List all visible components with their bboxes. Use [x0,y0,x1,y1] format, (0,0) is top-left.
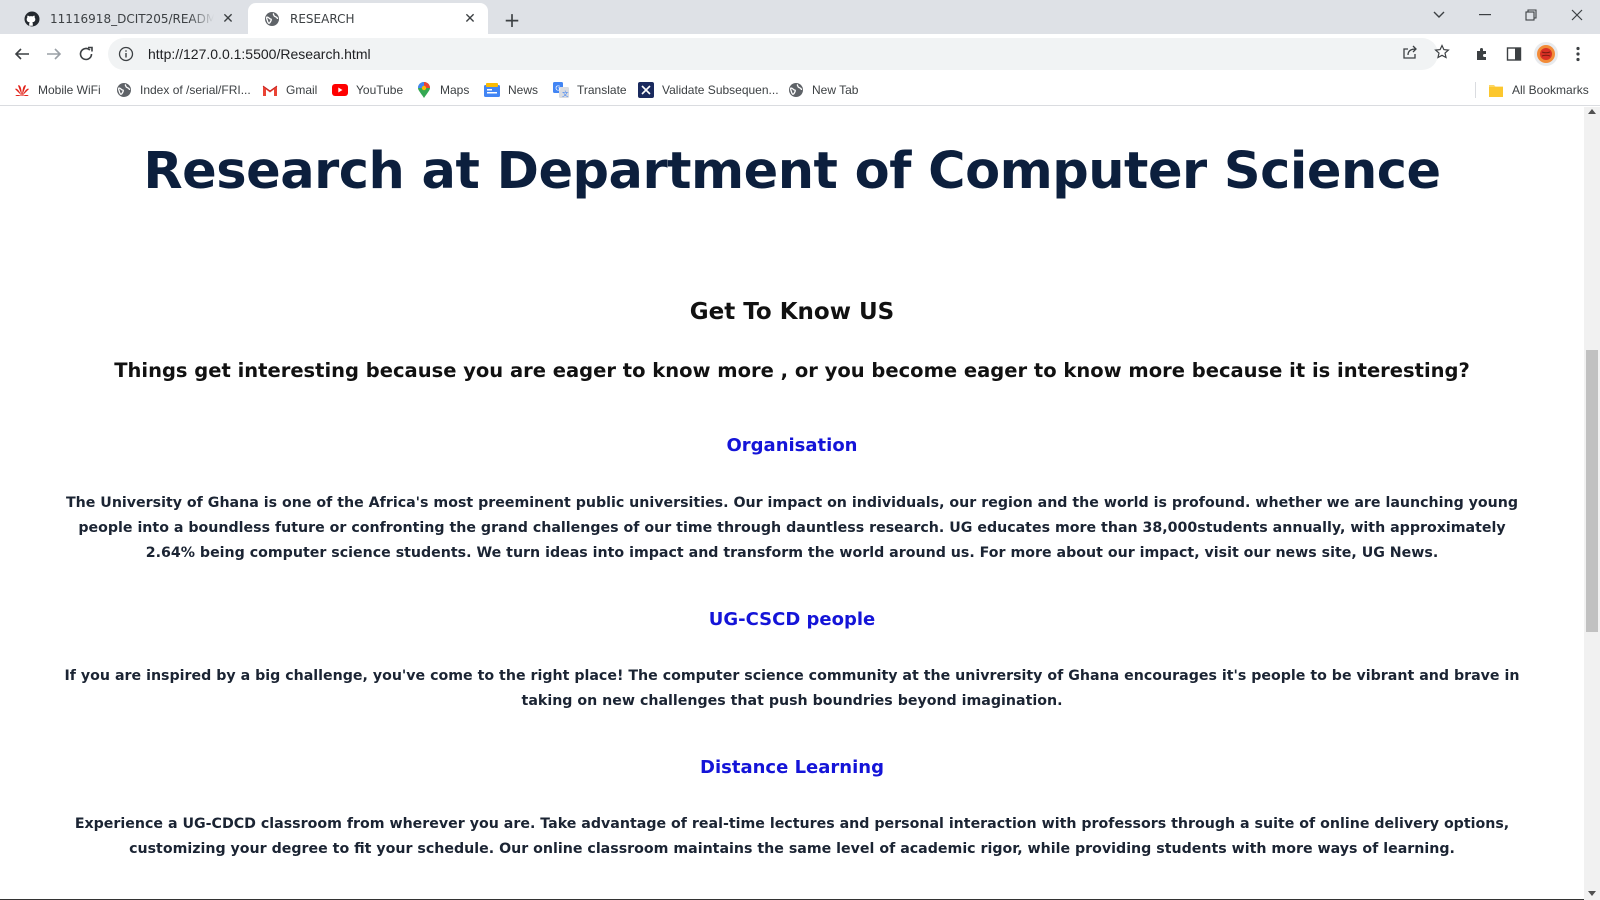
profile-avatar[interactable] [1534,42,1558,66]
tab-title: 11116918_DCIT205/README.md [50,11,214,26]
globe-icon [788,82,804,98]
bookmark-label: Translate [577,83,627,97]
all-bookmarks-folder[interactable]: All Bookmarks [1488,80,1589,100]
tab-title: RESEARCH [290,11,355,26]
close-window-icon[interactable] [1554,0,1600,30]
page-subtitle: Get To Know US [689,299,895,325]
back-arrow-icon[interactable] [6,38,38,70]
page-scrollbar[interactable] [1584,107,1600,900]
bookmark-label: News [508,83,539,97]
address-bar[interactable]: http://127.0.0.1:5500/Research.html [108,38,1438,70]
section-body-people: If you are inspired by a big challenge, … [64,668,1520,709]
url-text: http://127.0.0.1:5500/Research.html [148,46,371,62]
bookmark-mobile-wifi[interactable]: Mobile WiFi [14,80,101,100]
github-icon [24,11,40,27]
bookmark-label: Index of /serial/FRI... [140,83,251,97]
reload-icon[interactable] [70,38,102,70]
tab-research[interactable]: RESEARCH ✕ [248,3,488,34]
menu-kebab-icon[interactable] [1566,42,1590,66]
scroll-down-arrow-icon[interactable] [1588,891,1596,896]
section-heading-distance-learning: Distance Learning [700,757,884,778]
globe-icon [116,82,132,98]
bookmark-label: Gmail [286,83,318,97]
bookmark-star-icon[interactable] [1432,42,1452,62]
minimize-icon[interactable] [1462,0,1508,30]
bookmark-validate-subsequence[interactable]: Validate Subsequen... [638,80,779,100]
folder-icon [1488,82,1504,98]
bookmark-label: Mobile WiFi [38,83,101,97]
bookmarks-bar: Mobile WiFi Index of /serial/FRI... Gmai… [0,74,1600,106]
maps-icon [416,82,432,98]
bookmark-news[interactable]: News [484,80,538,100]
section-heading-organisation: Organisation [726,435,858,456]
section-body-organisation: The University of Ghana is one of the Af… [65,495,1519,561]
info-icon[interactable] [118,46,134,62]
close-icon[interactable]: ✕ [220,11,236,27]
close-icon[interactable]: ✕ [462,11,478,27]
tab-strip: 11116918_DCIT205/README.md ✕ RESEARCH ✕ … [0,0,1600,34]
bookmark-label: Validate Subsequen... [662,83,779,97]
bookmark-gmail[interactable]: Gmail [262,80,317,100]
page-title: Research at Department of Computer Scien… [143,142,1441,201]
news-icon [484,82,500,98]
bookmark-label: All Bookmarks [1512,83,1589,97]
bookmark-translate[interactable]: G文 Translate [553,80,627,100]
lead-question: Things get interesting because you are e… [114,359,1470,382]
bookmark-youtube[interactable]: YouTube [332,80,403,100]
bookmark-label: Maps [440,83,470,97]
globe-icon [264,11,280,27]
bookmark-new-tab[interactable]: New Tab [788,80,858,100]
translate-icon: G文 [553,82,569,98]
browser-toolbar: http://127.0.0.1:5500/Research.html [0,34,1600,74]
bookmark-label: New Tab [812,83,859,97]
svg-text:文: 文 [562,89,569,98]
x-icon [638,82,654,98]
section-body-distance-learning: Experience a UG-CDCD classroom from wher… [74,816,1510,857]
extensions-puzzle-icon[interactable] [1470,42,1494,66]
gmail-icon [262,82,278,98]
svg-text:G: G [555,85,560,93]
share-icon[interactable] [1400,42,1420,62]
tab-readme[interactable]: 11116918_DCIT205/README.md ✕ [8,3,246,34]
bookmark-maps[interactable]: Maps [416,80,469,100]
bookmark-label: YouTube [356,83,404,97]
bookmarks-divider [1475,82,1476,98]
tab-search-icon[interactable] [1416,0,1462,30]
new-tab-button[interactable]: + [498,6,526,34]
youtube-icon [332,82,348,98]
forward-arrow-icon[interactable] [38,38,70,70]
side-panel-icon[interactable] [1502,42,1526,66]
scrollbar-thumb[interactable] [1586,350,1598,632]
bookmark-index-serial[interactable]: Index of /serial/FRI... [116,80,251,100]
huawei-icon [14,82,30,98]
restore-icon[interactable] [1508,0,1554,30]
section-heading-people: UG-CSCD people [708,609,876,630]
page-viewport: Research at Department of Computer Scien… [0,107,1584,900]
scroll-up-arrow-icon[interactable] [1588,109,1596,114]
